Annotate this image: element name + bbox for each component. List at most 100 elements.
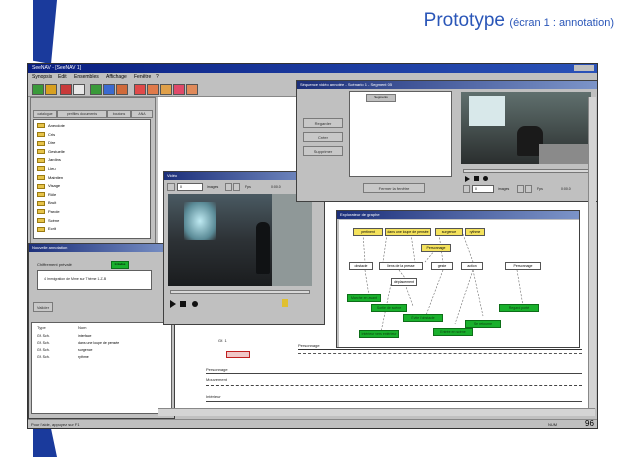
folder-item[interactable]: Maintien — [37, 174, 150, 183]
tab-boutons[interactable]: boutons — [107, 110, 131, 118]
graph-node[interactable]: surgence — [435, 228, 463, 236]
folder-icon — [37, 123, 45, 129]
menu-affichage[interactable]: Affichage — [106, 74, 127, 80]
table-row[interactable]: Gf. Sch. surgence — [32, 347, 170, 354]
folder-item[interactable]: Gestuelle — [37, 148, 150, 157]
folder-item[interactable]: Bruit — [37, 199, 150, 208]
graph-node[interactable]: dans une loupe de pensée — [385, 228, 431, 236]
graph-explorer-title: Explorateur de graphe — [337, 211, 579, 219]
graph-node[interactable]: geste — [431, 262, 453, 270]
graph-node[interactable]: Personnage — [421, 244, 451, 252]
graph-node[interactable]: rythme — [465, 228, 485, 236]
table-row[interactable]: Gf. Sch. interface — [32, 333, 170, 340]
folder-item[interactable]: Jardins — [37, 156, 150, 165]
timeline-track[interactable] — [298, 349, 582, 354]
folder-item[interactable]: Rôle — [37, 191, 150, 200]
segment-fps: Fps — [537, 187, 543, 191]
tab-perifiles[interactable]: perifiles documents — [57, 110, 107, 118]
tab-catalogue[interactable]: catalogue — [33, 110, 57, 118]
folder-item[interactable]: Anecdote — [37, 122, 150, 131]
segment-record-icon[interactable] — [483, 176, 488, 181]
vertical-scrollbar[interactable] — [588, 97, 596, 408]
folder-item[interactable]: Parole — [37, 208, 150, 217]
folder-item[interactable]: Scène — [37, 217, 150, 226]
menu-synopsis[interactable]: Synopsis — [32, 74, 52, 80]
toolbar-icon-link[interactable] — [160, 84, 172, 95]
graph-node[interactable]: Marche en avant — [347, 294, 381, 302]
toolbar-icon-play[interactable] — [90, 84, 102, 95]
graph-node[interactable]: Évite l'obstacle — [403, 314, 443, 322]
table-row[interactable]: Gf. Sch. dans une loupe de pensée — [32, 340, 170, 347]
graph-node[interactable]: obstacle — [349, 262, 373, 270]
folder-icon — [37, 175, 45, 180]
segment-window: Séquence vidéo annotée - Scénario 1 - Se… — [296, 80, 597, 202]
video-step-forward[interactable] — [233, 183, 240, 191]
video-wall-right — [272, 194, 312, 286]
video-frame-field[interactable]: 0 — [177, 183, 203, 191]
toolbar-icon-video[interactable] — [103, 84, 115, 95]
segment-step-forward[interactable] — [525, 185, 532, 193]
menu-ensembles[interactable]: Ensembles — [74, 74, 99, 80]
timeline-red-marker — [226, 351, 250, 358]
graph-node[interactable]: liens de la presse — [379, 262, 423, 270]
graph-node[interactable]: Personnage — [505, 262, 541, 270]
menu-help[interactable]: ? — [156, 74, 159, 80]
video-prev-button[interactable] — [167, 183, 175, 191]
menu-edit[interactable]: Edit — [58, 74, 67, 80]
segment-button-supprimer[interactable]: Supprimer — [303, 146, 343, 156]
toolbar-icon-graph[interactable] — [116, 84, 128, 95]
video-time: 0:00.0 — [271, 185, 281, 189]
validate-button[interactable]: Valider — [33, 302, 53, 312]
segment-frame-field[interactable]: 0 — [472, 185, 494, 193]
video-step-back[interactable] — [225, 183, 232, 191]
folder-label: Anecdote — [48, 123, 65, 128]
status-bar: Pour l'aide, appuyez sur F1 NUM — [28, 419, 597, 428]
menu-fenetre[interactable]: Fenêtre — [134, 74, 151, 80]
folder-item[interactable]: Visage — [37, 182, 150, 191]
video-person-figure — [256, 222, 270, 274]
window-controls[interactable] — [574, 65, 594, 71]
segment-button-regarder[interactable]: Regarder — [303, 118, 343, 128]
graph-node[interactable]: action — [461, 262, 483, 270]
graph-node[interactable]: Entrée en scène — [433, 328, 473, 336]
video-slider[interactable] — [170, 290, 310, 294]
toolbar-icon-export[interactable] — [173, 84, 185, 95]
folder-item[interactable]: Cris — [37, 131, 150, 140]
graph-node[interactable]: déplacement — [391, 278, 417, 286]
segment-prev-button[interactable] — [463, 185, 470, 193]
record-icon[interactable] — [192, 301, 198, 307]
segment-stop-icon[interactable] — [474, 176, 479, 181]
toolbar-icon-save[interactable] — [60, 84, 72, 95]
table-row[interactable]: Gf. Sch. rythme — [32, 354, 170, 361]
segment-list[interactable]: Segments — [349, 91, 452, 177]
segment-play-icon[interactable] — [465, 176, 470, 182]
segment-video-slider[interactable] — [463, 169, 589, 173]
toolbar-icon-new[interactable] — [32, 84, 44, 95]
toolbar-icon-open[interactable] — [45, 84, 57, 95]
graph-node[interactable]: Sortie de scène — [371, 304, 407, 312]
folder-label: Visage — [48, 183, 61, 189]
toolbar-icon-annotate[interactable] — [134, 84, 146, 95]
folder-item[interactable]: Ecrit — [37, 225, 150, 234]
annotation-textbox[interactable]: 4 Immigration de Mme sur Thème 1-Z-B — [37, 270, 152, 290]
horizontal-scrollbar[interactable] — [158, 408, 595, 416]
segment-step-back[interactable] — [517, 185, 524, 193]
folder-icon — [37, 217, 45, 223]
folder-item[interactable]: Lieu — [37, 165, 150, 174]
toolbar-icon-cut[interactable] — [73, 84, 85, 95]
stop-icon[interactable] — [180, 301, 186, 307]
toolbar-icon-print[interactable] — [186, 84, 198, 95]
toolbar-icon-segment[interactable] — [147, 84, 159, 95]
play-icon[interactable] — [170, 300, 176, 308]
graph-node[interactable]: pertinent — [353, 228, 383, 236]
graph-node[interactable]: Regard porté — [499, 304, 539, 312]
graph-node[interactable]: Se retourne — [465, 320, 501, 328]
marker-icon[interactable] — [282, 299, 288, 307]
timeline-sub-label-3: Gf. 1 — [218, 338, 227, 343]
folder-item[interactable]: Dire — [37, 139, 150, 148]
segment-video-controls: 0 images Fps 0:00.0 — [463, 185, 593, 194]
tab-ana[interactable]: ANA — [131, 110, 153, 118]
close-window-button[interactable]: Fermer la fenêtre — [363, 183, 425, 193]
segment-button-creer[interactable]: Créer — [303, 132, 343, 142]
timeline-label: Personnage — [298, 343, 320, 348]
